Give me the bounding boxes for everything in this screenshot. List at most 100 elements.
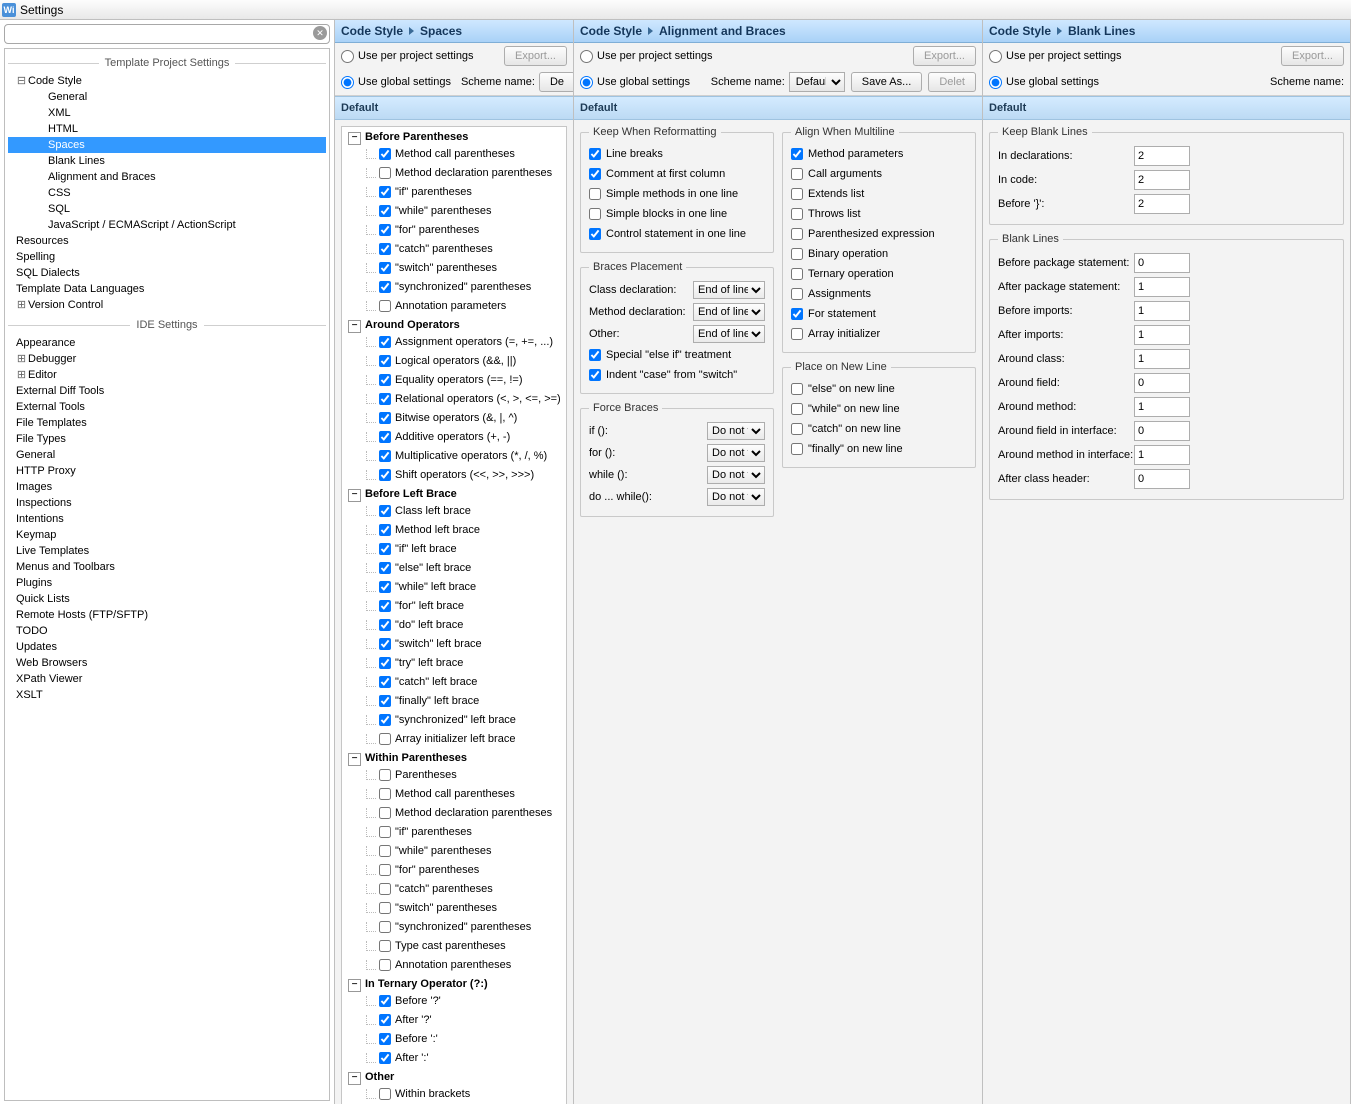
nav-item[interactable]: Menus and Toolbars [8,559,326,575]
tree-checkbox-item[interactable]: "switch" parentheses [344,260,564,279]
nav-item[interactable]: Blank Lines [8,153,326,169]
checkbox[interactable] [379,450,391,462]
scheme-select[interactable]: Default [789,72,845,92]
checkbox-row[interactable]: Array initializer [791,324,967,344]
checkbox[interactable] [379,431,391,443]
tree-checkbox-item[interactable]: "if" parentheses [344,184,564,203]
nav-item[interactable]: External Diff Tools [8,383,326,399]
nav-item[interactable]: Resources [8,233,326,249]
checkbox[interactable] [379,562,391,574]
tree-checkbox-item[interactable]: "synchronized" parentheses [344,919,564,938]
tree-checkbox-item[interactable]: "synchronized" parentheses [344,279,564,298]
checkbox[interactable] [379,581,391,593]
nav-item[interactable]: Updates [8,639,326,655]
tree-checkbox-item[interactable]: Assignment operators (=, +=, ...) [344,334,564,353]
tree-checkbox-item[interactable]: After '?' [344,1012,564,1031]
tree-checkbox-item[interactable]: "do" left brace [344,617,564,636]
nav-item[interactable]: Spelling [8,249,326,265]
checkbox[interactable] [379,524,391,536]
tree-group-title[interactable]: −Before Parentheses [344,129,564,146]
radio-use-global[interactable]: Use global settings [989,76,1099,89]
checkbox[interactable] [379,995,391,1007]
checkbox[interactable] [791,308,803,320]
number-input[interactable] [1134,170,1190,190]
checkbox-row[interactable]: For statement [791,304,967,324]
tree-checkbox-item[interactable]: "try" left brace [344,655,564,674]
nav-item[interactable]: Template Data Languages [8,281,326,297]
checkbox[interactable] [379,167,391,179]
checkbox[interactable] [379,224,391,236]
nav-item[interactable]: Live Templates [8,543,326,559]
export-button[interactable]: Export... [913,46,976,66]
checkbox[interactable] [379,788,391,800]
checkbox[interactable] [379,638,391,650]
nav-item[interactable]: Plugins [8,575,326,591]
nav-item[interactable]: Alignment and Braces [8,169,326,185]
tree-checkbox-item[interactable]: "while" parentheses [344,203,564,222]
expander-minus-icon[interactable]: − [348,320,361,333]
export-button[interactable]: Export... [1281,46,1344,66]
checkbox[interactable] [379,733,391,745]
checkbox[interactable] [589,228,601,240]
combo-select[interactable]: End of line [693,325,765,343]
number-input[interactable] [1134,421,1190,441]
tree-checkbox-item[interactable]: Annotation parameters [344,298,564,317]
combo-select[interactable]: Do not force [707,444,765,462]
nav-item[interactable]: File Types [8,431,326,447]
tree-checkbox-item[interactable]: "for" left brace [344,598,564,617]
checkbox[interactable] [379,148,391,160]
checkbox[interactable] [379,807,391,819]
radio-use-global[interactable]: Use global settings [341,76,451,89]
nav-item[interactable]: External Tools [8,399,326,415]
tree-checkbox-item[interactable]: Array initializer left brace [344,731,564,750]
expander-minus-icon[interactable]: − [348,489,361,502]
nav-item[interactable]: Spaces [8,137,326,153]
tree-checkbox-item[interactable]: After ':' [344,1050,564,1069]
delete-button[interactable]: Delet [928,72,976,92]
expander-plus-icon[interactable]: ⊞ [16,298,27,312]
tree-checkbox-item[interactable]: "finally" left brace [344,693,564,712]
checkbox[interactable] [379,845,391,857]
tree-checkbox-item[interactable]: Method declaration parentheses [344,165,564,184]
checkbox[interactable] [791,168,803,180]
breadcrumb-root[interactable]: Code Style [580,24,642,38]
combo-select[interactable]: Do not force [707,488,765,506]
nav-item[interactable]: ⊞Version Control [8,297,326,313]
tree-checkbox-item[interactable]: Before '?' [344,993,564,1012]
checkbox[interactable] [791,248,803,260]
checkbox-row[interactable]: Binary operation [791,244,967,264]
tree-checkbox-item[interactable]: Relational operators (<, >, <=, >=) [344,391,564,410]
nav-code-style[interactable]: ⊟Code Style [8,73,326,89]
nav-item[interactable]: Keymap [8,527,326,543]
number-input[interactable] [1134,373,1190,393]
tree-checkbox-item[interactable]: Parentheses [344,767,564,786]
tree-checkbox-item[interactable]: Additive operators (+, -) [344,429,564,448]
checkbox[interactable] [791,403,803,415]
tree-checkbox-item[interactable]: "while" left brace [344,579,564,598]
tree-checkbox-item[interactable]: Before ':' [344,1031,564,1050]
tree-checkbox-item[interactable]: Method left brace [344,522,564,541]
checkbox-row[interactable]: Simple blocks in one line [589,204,765,224]
checkbox[interactable] [791,443,803,455]
checkbox-row[interactable]: Throws list [791,204,967,224]
radio-use-project[interactable]: Use per project settings [341,50,474,63]
number-input[interactable] [1134,277,1190,297]
tree-checkbox-item[interactable]: Shift operators (<<, >>, >>>) [344,467,564,486]
checkbox[interactable] [379,243,391,255]
expander-plus-icon[interactable]: ⊞ [16,352,27,366]
tree-checkbox-item[interactable]: "switch" left brace [344,636,564,655]
tree-group-title[interactable]: −Before Left Brace [344,486,564,503]
checkbox[interactable] [379,826,391,838]
export-button[interactable]: Export... [504,46,567,66]
tree-checkbox-item[interactable]: "if" left brace [344,541,564,560]
nav-item[interactable]: XML [8,105,326,121]
checkbox[interactable] [379,600,391,612]
nav-item[interactable]: JavaScript / ECMAScript / ActionScript [8,217,326,233]
tree-checkbox-item[interactable]: Method declaration parentheses [344,805,564,824]
checkbox[interactable] [379,864,391,876]
tree-checkbox-item[interactable]: "while" parentheses [344,843,564,862]
checkbox-row[interactable]: "while" on new line [791,399,967,419]
tree-checkbox-item[interactable]: "synchronized" left brace [344,712,564,731]
checkbox[interactable] [379,205,391,217]
checkbox[interactable] [379,1088,391,1100]
